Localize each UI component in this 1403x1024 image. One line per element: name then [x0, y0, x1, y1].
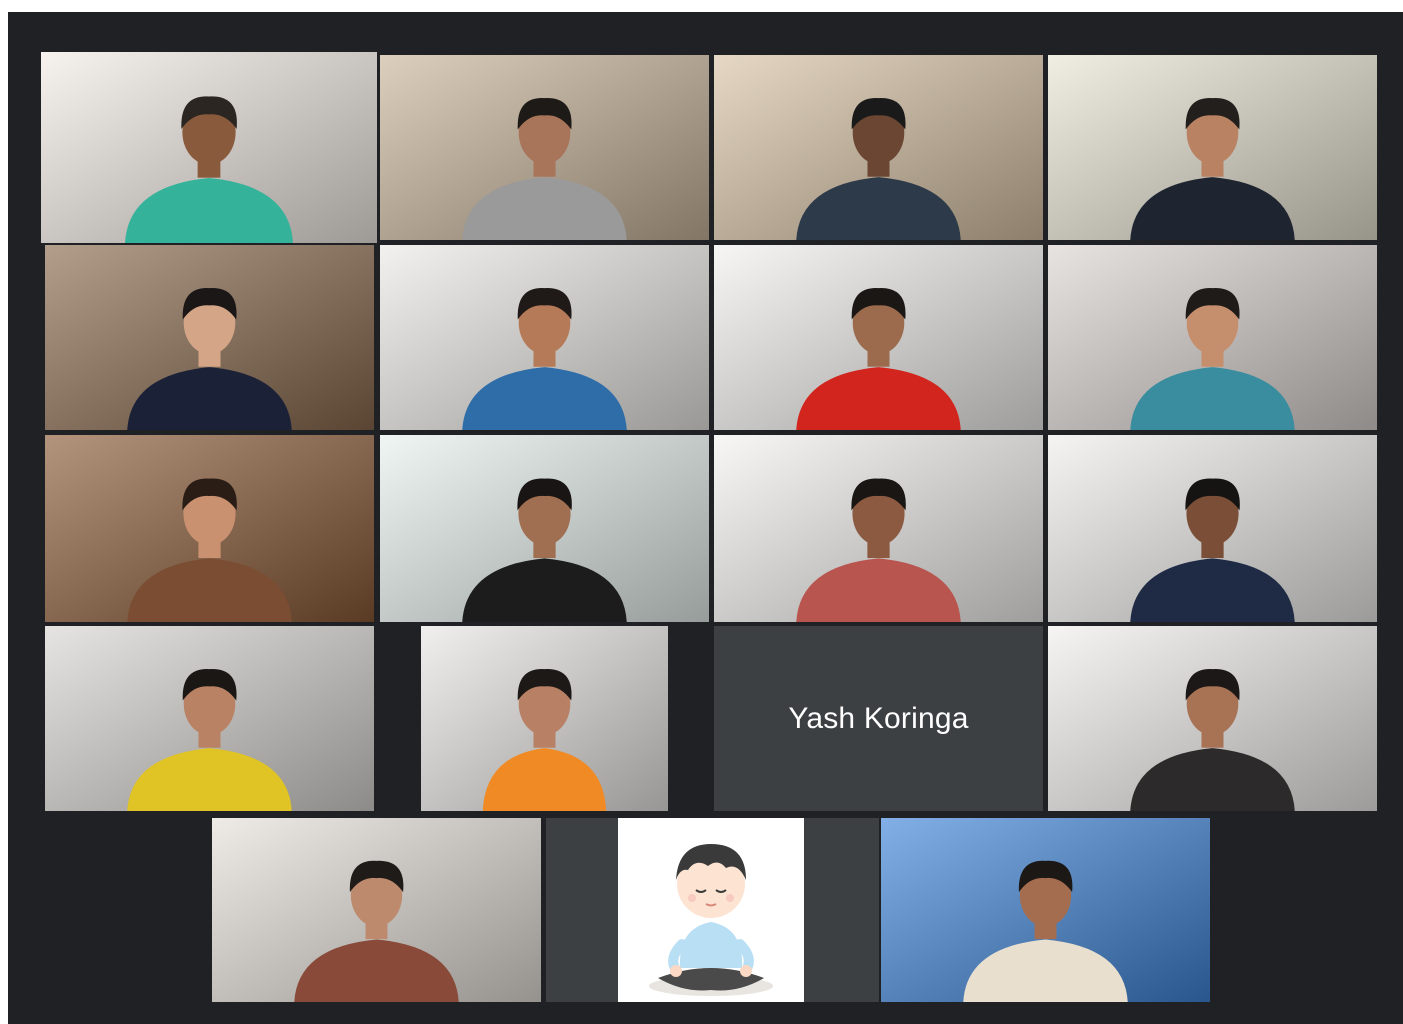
participant-tile[interactable] [1048, 435, 1377, 622]
participant-video-feed [714, 435, 1043, 622]
participant-video-feed [1048, 626, 1377, 811]
participant-tile-avatar[interactable] [546, 818, 879, 1002]
participant-tile[interactable] [421, 626, 668, 811]
participant-tile[interactable] [212, 818, 541, 1002]
participant-video-feed [212, 818, 541, 1002]
video-call-grid: Yash Koringa [8, 12, 1403, 1024]
participant-tile[interactable] [1048, 245, 1377, 430]
meditating-boy-avatar-icon [649, 844, 773, 996]
participant-tile[interactable] [45, 626, 374, 811]
avatar-card [618, 818, 804, 1002]
participant-video-feed [1048, 245, 1377, 430]
participant-tile[interactable] [45, 245, 374, 430]
participant-tile[interactable] [714, 245, 1043, 430]
participant-tile[interactable] [45, 435, 374, 622]
participant-video-feed [41, 52, 377, 243]
participant-video-feed [1048, 435, 1377, 622]
participant-video-feed [45, 626, 374, 811]
avatar-background [546, 818, 879, 1002]
participant-video-feed [380, 435, 709, 622]
participant-video-feed [881, 818, 1210, 1002]
participant-tile-camera-off[interactable]: Yash Koringa [714, 626, 1043, 811]
participant-tile[interactable] [1048, 626, 1377, 811]
participant-video-feed [421, 626, 668, 811]
participant-video-feed [380, 245, 709, 430]
participant-tile[interactable] [881, 818, 1210, 1002]
participant-video-feed [380, 55, 709, 240]
participant-video-feed [45, 245, 374, 430]
participant-video-feed [1048, 55, 1377, 240]
participant-video-feed [714, 55, 1043, 240]
participant-video-feed [714, 245, 1043, 430]
participant-video-feed [45, 435, 374, 622]
participant-tile[interactable] [380, 245, 709, 430]
participant-tile[interactable] [1048, 55, 1377, 240]
participant-tile[interactable] [714, 435, 1043, 622]
participant-name: Yash Koringa [788, 701, 969, 735]
participant-tile[interactable] [380, 435, 709, 622]
participant-tile[interactable] [714, 55, 1043, 240]
participant-tile[interactable] [41, 52, 377, 243]
participant-tile[interactable] [380, 55, 709, 240]
